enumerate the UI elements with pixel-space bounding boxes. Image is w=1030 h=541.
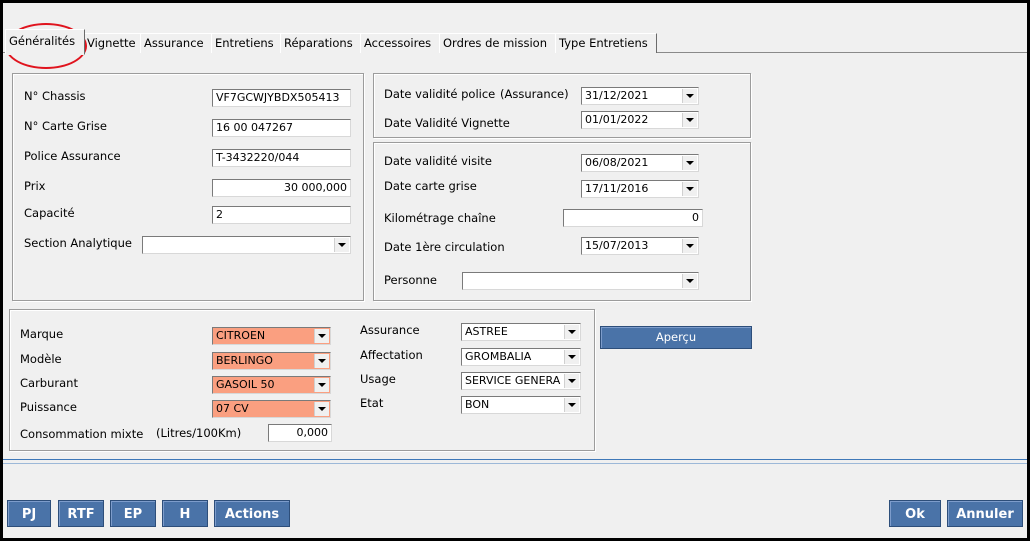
carte-grise-label: N° Carte Grise (24, 119, 107, 133)
chevron-down-icon[interactable] (682, 156, 697, 170)
personne-select[interactable] (462, 272, 699, 290)
date-carte-grise-label: Date carte grise (384, 179, 477, 193)
chassis-label: N° Chassis (24, 89, 86, 103)
marque-select[interactable]: CITROEN (212, 327, 331, 345)
tab-assurance[interactable]: Assurance (140, 33, 213, 53)
police-assurance-label: Police Assurance (24, 149, 121, 163)
pj-button[interactable]: PJ (7, 500, 51, 527)
carburant-select[interactable]: GASOIL 50 (212, 376, 331, 394)
tab-ordres-de-mission[interactable]: Ordres de mission (439, 33, 556, 53)
chevron-down-icon[interactable] (682, 274, 697, 288)
chevron-down-icon[interactable] (564, 398, 579, 412)
chevron-down-icon[interactable] (564, 350, 579, 364)
h-button[interactable]: H (162, 500, 208, 527)
etat-label: Etat (360, 396, 384, 410)
date-carte-grise-picker[interactable]: 17/11/2016 (581, 180, 699, 198)
consommation-unit-label: (Litres/100Km) (156, 426, 242, 440)
puissance-select[interactable]: 07 CV (212, 400, 331, 418)
carburant-label: Carburant (20, 376, 78, 390)
chevron-down-icon[interactable] (682, 239, 697, 253)
etat-value: BON (465, 398, 490, 411)
footer-divider-light (3, 463, 1027, 464)
capacite-label: Capacité (24, 206, 75, 220)
date-circulation-picker[interactable]: 15/07/2013 (581, 237, 699, 255)
personne-label: Personne (384, 273, 438, 287)
puissance-label: Puissance (20, 400, 77, 414)
usage-value: SERVICE GENERA (465, 374, 561, 387)
tab-entretiens[interactable]: Entretiens (211, 33, 281, 53)
chevron-down-icon[interactable] (314, 402, 329, 416)
tab-reparations[interactable]: Réparations (280, 33, 361, 53)
date-validite-police-label: Date validité police (384, 87, 496, 101)
date-validite-vignette-label: Date Validité Vignette (384, 116, 510, 130)
usage-select[interactable]: SERVICE GENERA (461, 372, 581, 390)
chevron-down-icon[interactable] (682, 182, 697, 196)
modele-value: BERLINGO (216, 354, 273, 367)
section-analytique-label: Section Analytique (24, 236, 132, 250)
apercu-button[interactable]: Aperçu (600, 326, 752, 349)
modele-label: Modèle (20, 352, 62, 366)
chevron-down-icon[interactable] (682, 89, 697, 103)
date-validite-police-picker[interactable]: 31/12/2021 (581, 87, 699, 105)
ep-button[interactable]: EP (110, 500, 156, 527)
police-assurance-input[interactable]: T-3432220/044 (212, 149, 351, 167)
kilometrage-input[interactable]: 0 (563, 209, 703, 227)
date-validite-visite-label: Date validité visite (384, 154, 492, 168)
date-circulation-value: 15/07/2013 (585, 239, 649, 252)
chevron-down-icon[interactable] (314, 354, 329, 368)
chevron-down-icon[interactable] (564, 374, 579, 388)
rtf-button[interactable]: RTF (58, 500, 104, 527)
modele-select[interactable]: BERLINGO (212, 352, 331, 370)
date-circulation-label: Date 1ère circulation (384, 240, 505, 254)
affectation-select[interactable]: GROMBALIA (461, 348, 581, 366)
tab-vignette[interactable]: Vignette (83, 33, 142, 53)
consommation-label: Consommation mixte (20, 427, 144, 441)
date-validite-vignette-value: 01/01/2022 (585, 113, 649, 126)
assurance-label: Assurance (360, 323, 420, 337)
carte-grise-input[interactable]: 16 00 047267 (212, 119, 351, 137)
prix-label: Prix (24, 179, 46, 193)
prix-input[interactable]: 30 000,000 (212, 179, 351, 197)
chevron-down-icon[interactable] (682, 113, 697, 127)
tab-type-entretiens[interactable]: Type Entretiens (555, 33, 657, 53)
actions-button[interactable]: Actions (214, 500, 290, 527)
tab-generalites[interactable]: Généralités (5, 29, 85, 55)
section-analytique-select[interactable] (142, 236, 351, 254)
puissance-value: 07 CV (216, 402, 249, 415)
affectation-value: GROMBALIA (465, 350, 532, 363)
chevron-down-icon[interactable] (314, 378, 329, 392)
date-validite-vignette-picker[interactable]: 01/01/2022 (581, 111, 699, 129)
tab-accessoires[interactable]: Accessoires (360, 33, 441, 53)
form-window: Généralités Vignette Assurance Entretien… (3, 3, 1027, 538)
chevron-down-icon[interactable] (314, 329, 329, 343)
consommation-input[interactable]: 0,000 (268, 424, 332, 442)
chevron-down-icon[interactable] (564, 325, 579, 339)
ok-button[interactable]: Ok (889, 500, 941, 527)
chevron-down-icon[interactable] (334, 238, 349, 252)
assurance-suffix-label: (Assurance) (500, 87, 569, 101)
marque-value: CITROEN (216, 329, 266, 342)
etat-select[interactable]: BON (461, 396, 581, 414)
usage-label: Usage (360, 372, 396, 386)
date-validite-visite-picker[interactable]: 06/08/2021 (581, 154, 699, 172)
date-validite-police-value: 31/12/2021 (585, 89, 649, 102)
kilometrage-label: Kilométrage chaîne (384, 211, 496, 225)
date-validite-visite-value: 06/08/2021 (585, 156, 649, 169)
carburant-value: GASOIL 50 (216, 378, 275, 391)
capacite-input[interactable]: 2 (212, 206, 351, 224)
date-carte-grise-value: 17/11/2016 (585, 182, 649, 195)
footer-divider (3, 459, 1027, 460)
affectation-label: Affectation (360, 348, 423, 362)
cancel-button[interactable]: Annuler (947, 500, 1023, 527)
assurance-value: ASTREE (465, 325, 508, 338)
assurance-select[interactable]: ASTREE (461, 323, 581, 341)
chassis-input[interactable]: VF7GCWJYBDX505413 (212, 89, 351, 107)
marque-label: Marque (20, 327, 64, 341)
